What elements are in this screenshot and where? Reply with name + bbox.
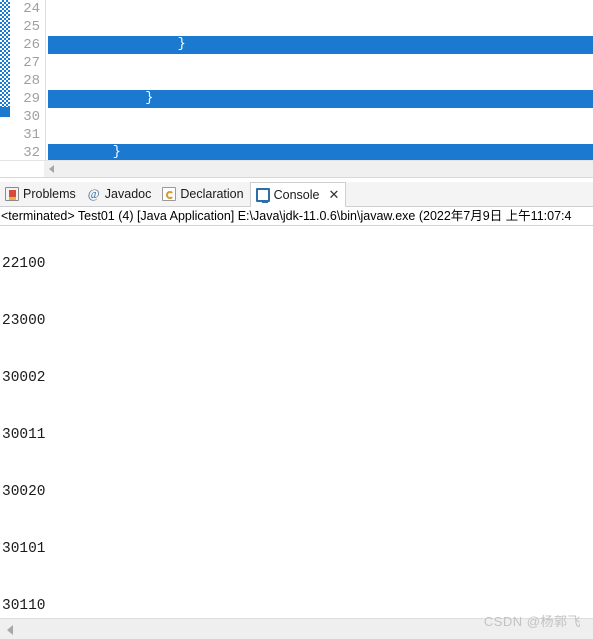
console-output-line: 30020 (2, 484, 46, 500)
watermark-text: CSDN @杨郭飞 (483, 614, 581, 629)
code-editor[interactable]: 24 25 26 27 28 29 30 31 32 } } } System.… (0, 0, 593, 182)
console-output-line: 30002 (2, 370, 46, 386)
line-number: 30 (23, 109, 40, 125)
console-icon (255, 188, 270, 203)
code-line[interactable]: } (48, 144, 593, 160)
console-output-line: 30011 (2, 427, 46, 443)
tab-problems-label: Problems (23, 187, 76, 201)
javadoc-at-icon: @ (87, 186, 100, 201)
line-number: 31 (23, 127, 40, 143)
scroll-left-arrow-icon[interactable] (44, 161, 59, 177)
console-output[interactable]: 22100 23000 30002 30011 30020 30101 3011… (0, 217, 593, 618)
console-output-line: 30101 (2, 541, 46, 557)
line-number-gutter: 24 25 26 27 28 29 30 31 32 (10, 0, 46, 161)
console-output-line: 23000 (2, 313, 46, 329)
close-icon[interactable]: ✕ (328, 188, 339, 201)
scrollbar-gutter-spacer (0, 161, 44, 177)
code-line[interactable]: } (48, 90, 593, 108)
editor-bottom-divider (0, 177, 593, 178)
tab-declaration-label: Declaration (180, 187, 244, 201)
problems-icon (5, 187, 19, 201)
quick-diff-changed-marker (0, 0, 10, 107)
line-number: 26 (23, 37, 40, 53)
tab-javadoc[interactable]: @ Javadoc (82, 182, 158, 206)
tab-problems[interactable]: Problems (0, 182, 82, 206)
console-view[interactable]: <terminated> Test01 (4) [Java Applicatio… (0, 207, 593, 618)
line-number: 29 (23, 91, 40, 107)
code-text-area[interactable]: } } } System.out.println("\n" + n + "个")… (46, 0, 593, 160)
line-number: 27 (23, 55, 40, 71)
line-number: 28 (23, 73, 40, 89)
code-line[interactable]: } (48, 36, 593, 54)
declaration-icon (162, 187, 177, 201)
tab-console[interactable]: Console ✕ (249, 181, 347, 207)
editor-horizontal-scrollbar[interactable] (0, 160, 593, 177)
scroll-left-arrow-icon[interactable] (3, 622, 18, 637)
tab-console-label: Console (273, 187, 320, 202)
editor-body[interactable]: 24 25 26 27 28 29 30 31 32 } } } System.… (0, 0, 593, 161)
line-number: 25 (23, 19, 40, 35)
quick-diff-ruler (0, 0, 10, 160)
eclipse-ide-screenshot: 24 25 26 27 28 29 30 31 32 } } } System.… (0, 0, 593, 639)
console-output-line: 22100 (2, 256, 46, 272)
view-tab-bar[interactable]: Problems @ Javadoc Declaration Console ✕ (0, 181, 593, 207)
line-number: 24 (23, 1, 40, 17)
tab-javadoc-label: Javadoc (104, 187, 152, 201)
tab-declaration[interactable]: Declaration (157, 182, 249, 206)
quick-diff-solid-marker (0, 107, 10, 117)
